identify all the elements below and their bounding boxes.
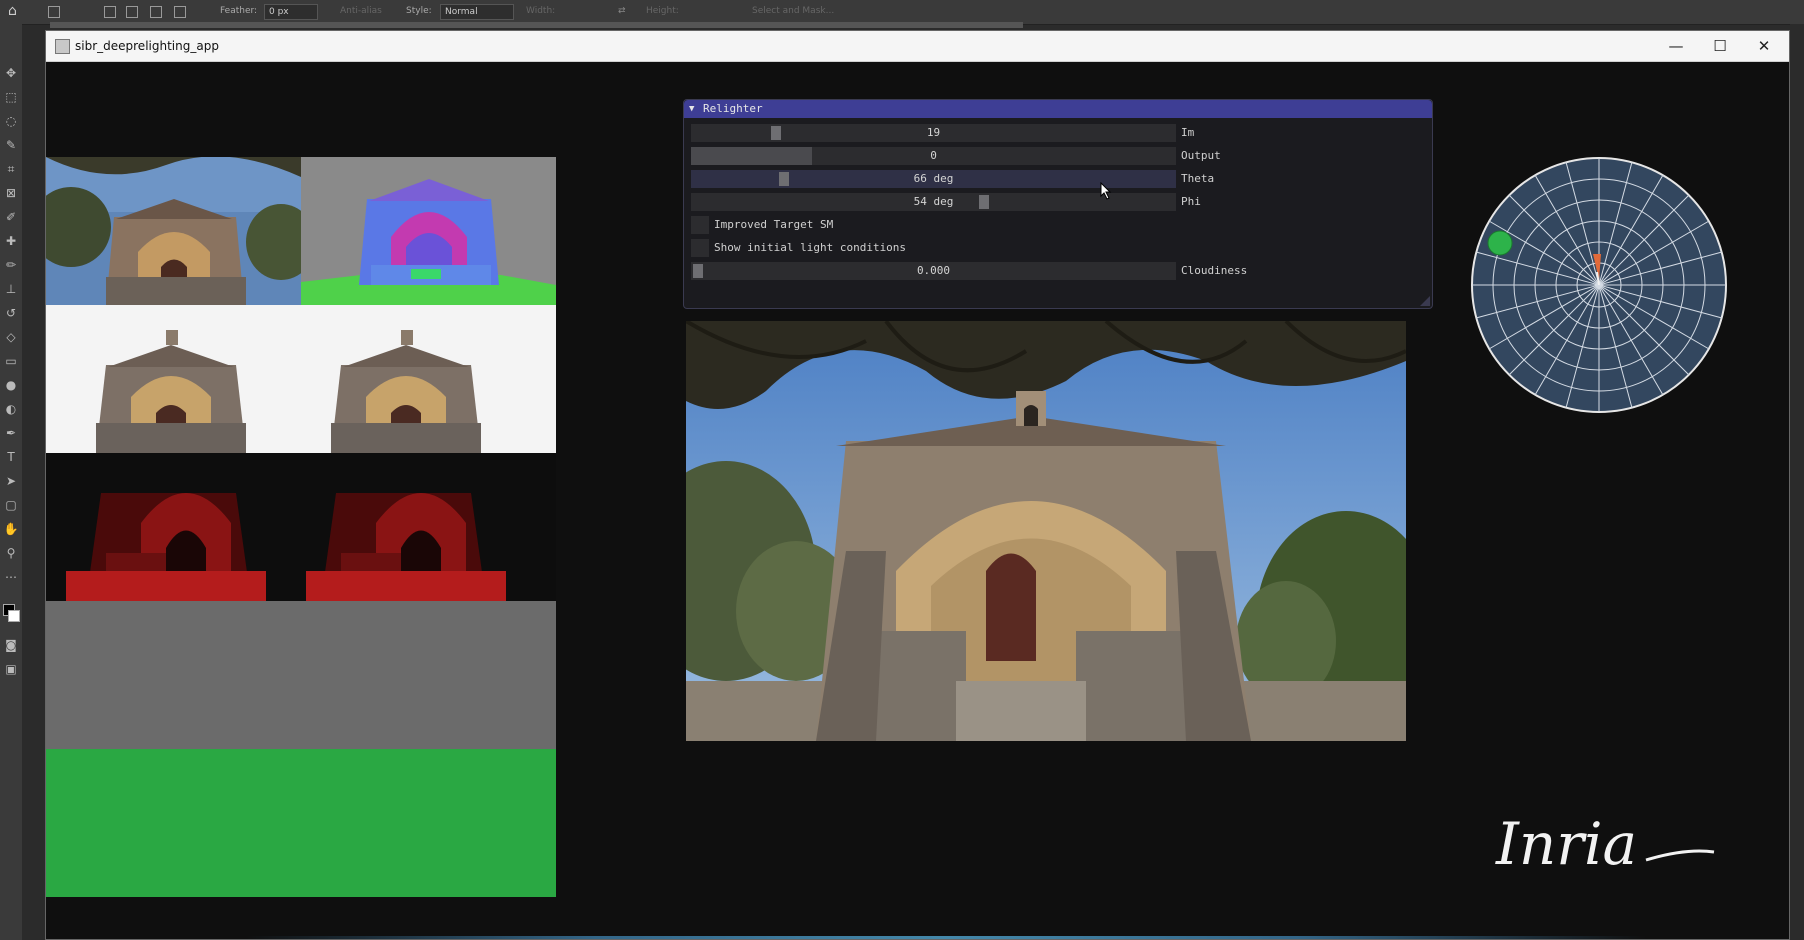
improved-target-sm-checkbox[interactable] <box>691 216 709 234</box>
subtract-selection-icon[interactable] <box>150 6 162 18</box>
collapse-arrow-icon[interactable]: ▼ <box>689 100 694 118</box>
output-slider-value: 0 <box>930 149 937 162</box>
feather-label: Feather: <box>220 6 258 16</box>
move-tool-icon[interactable]: ✥ <box>2 64 20 82</box>
frame-tool-icon[interactable]: ⊠ <box>2 184 20 202</box>
select-mask-button[interactable]: Select and Mask... <box>752 6 834 16</box>
document-tab-strip <box>50 22 1023 28</box>
im-label: Im <box>1181 126 1195 139</box>
dodge-tool-icon[interactable]: ◐ <box>2 400 20 418</box>
antialias-label[interactable]: Anti-alias <box>340 6 382 16</box>
bottom-glow <box>246 936 1646 939</box>
marquee-tool-icon[interactable] <box>48 6 60 18</box>
improved-target-sm-label: Improved Target SM <box>714 218 834 231</box>
add-selection-icon[interactable] <box>126 6 138 18</box>
width-label: Width: <box>526 6 556 16</box>
app-window: sibr_deeprelighting_app — ☐ ✕ ▼ Relighte… <box>45 30 1790 940</box>
host-right-scrollbar[interactable] <box>1790 24 1804 940</box>
feather-input[interactable]: 0 px <box>264 4 318 20</box>
mouse-cursor-icon <box>1100 182 1112 200</box>
cloudiness-slider-value: 0.000 <box>916 264 951 277</box>
show-initial-light-checkbox[interactable] <box>691 239 709 257</box>
pen-tool-icon[interactable]: ✒ <box>2 424 20 442</box>
minimize-icon[interactable]: — <box>1656 35 1696 57</box>
background-color-swatch[interactable] <box>8 610 20 622</box>
screen-mode-icon[interactable]: ▣ <box>2 660 20 678</box>
home-icon[interactable]: ⌂ <box>8 3 17 19</box>
style-label: Style: <box>406 6 432 16</box>
im-slider-value: 19 <box>926 126 941 139</box>
relit-output-view[interactable] <box>636 319 1436 741</box>
window-titlebar[interactable]: sibr_deeprelighting_app — ☐ ✕ <box>46 31 1789 62</box>
new-selection-icon[interactable] <box>104 6 116 18</box>
thumbnail-green-buffer <box>46 749 556 897</box>
sun-position-marker[interactable] <box>1487 230 1513 256</box>
inria-logo: Inria <box>1495 810 1715 878</box>
quick-select-icon[interactable]: ✎ <box>2 136 20 154</box>
relighter-title: Relighter <box>703 102 763 115</box>
output-slider[interactable]: 0 <box>691 147 1176 165</box>
gradient-icon[interactable]: ▭ <box>2 352 20 370</box>
healing-brush-icon[interactable]: ✚ <box>2 232 20 250</box>
stamp-tool-icon[interactable]: ⊥ <box>2 280 20 298</box>
thumbnail-gray-buffer <box>46 601 556 749</box>
thumbnail-shadow-b <box>301 453 556 601</box>
thumbnail-albedo-b <box>301 305 556 453</box>
height-label: Height: <box>646 6 679 16</box>
thumbnail-normal-map <box>301 157 556 305</box>
shape-tool-icon[interactable]: ▢ <box>2 496 20 514</box>
style-select[interactable]: Normal <box>440 4 514 20</box>
eraser-icon[interactable]: ◇ <box>2 328 20 346</box>
type-tool-icon[interactable]: T <box>2 448 20 466</box>
render-canvas[interactable]: ▼ Relighter 19 Im 0 Output 66 deg Theta … <box>46 62 1789 939</box>
theta-label: Theta <box>1181 172 1215 185</box>
phi-label: Phi <box>1181 195 1201 208</box>
output-label: Output <box>1181 149 1221 162</box>
app-window-icon <box>55 39 70 54</box>
marquee-tool-icon[interactable]: ⬚ <box>2 88 20 106</box>
brush-tool-icon[interactable]: ✏ <box>2 256 20 274</box>
zoom-tool-icon[interactable]: ⚲ <box>2 544 20 562</box>
im-slider[interactable]: 19 <box>691 124 1176 142</box>
thumbnail-albedo-a <box>46 305 301 453</box>
thumbnail-shadow-a <box>46 453 301 601</box>
path-select-icon[interactable]: ➤ <box>2 472 20 490</box>
show-initial-light-label: Show initial light conditions <box>714 241 907 254</box>
intersect-selection-icon[interactable] <box>174 6 186 18</box>
hand-tool-icon[interactable]: ✋ <box>2 520 20 538</box>
inria-logo-text: Inria <box>1495 810 1637 878</box>
lasso-tool-icon[interactable]: ◌ <box>2 112 20 130</box>
panel-resize-grip[interactable] <box>1420 296 1430 306</box>
relighter-panel: ▼ Relighter 19 Im 0 Output 66 deg Theta … <box>683 99 1433 309</box>
history-brush-icon[interactable]: ↺ <box>2 304 20 322</box>
crop-tool-icon[interactable]: ⌗ <box>2 160 20 178</box>
close-icon[interactable]: ✕ <box>1744 35 1784 57</box>
quick-mask-icon[interactable]: ◙ <box>2 636 20 654</box>
eyedropper-icon[interactable]: ✐ <box>2 208 20 226</box>
light-direction-widget[interactable] <box>1468 154 1730 416</box>
cloudiness-label: Cloudiness <box>1181 264 1248 277</box>
blur-tool-icon[interactable]: ● <box>2 376 20 394</box>
window-title: sibr_deeprelighting_app <box>75 39 219 53</box>
thumbnail-input-photo <box>46 157 301 305</box>
host-toolbar: ✥ ⬚ ◌ ✎ ⌗ ⊠ ✐ ✚ ✏ ⊥ ↺ ◇ ▭ ● ◐ ✒ T ➤ ▢ ✋ … <box>0 24 22 940</box>
maximize-icon[interactable]: ☐ <box>1700 35 1740 57</box>
swap-icon[interactable]: ⇄ <box>618 6 626 16</box>
relighter-panel-header[interactable]: ▼ Relighter <box>684 100 1432 118</box>
cloudiness-slider[interactable]: 0.000 <box>691 262 1176 280</box>
more-tools-icon[interactable]: ⋯ <box>2 568 20 586</box>
